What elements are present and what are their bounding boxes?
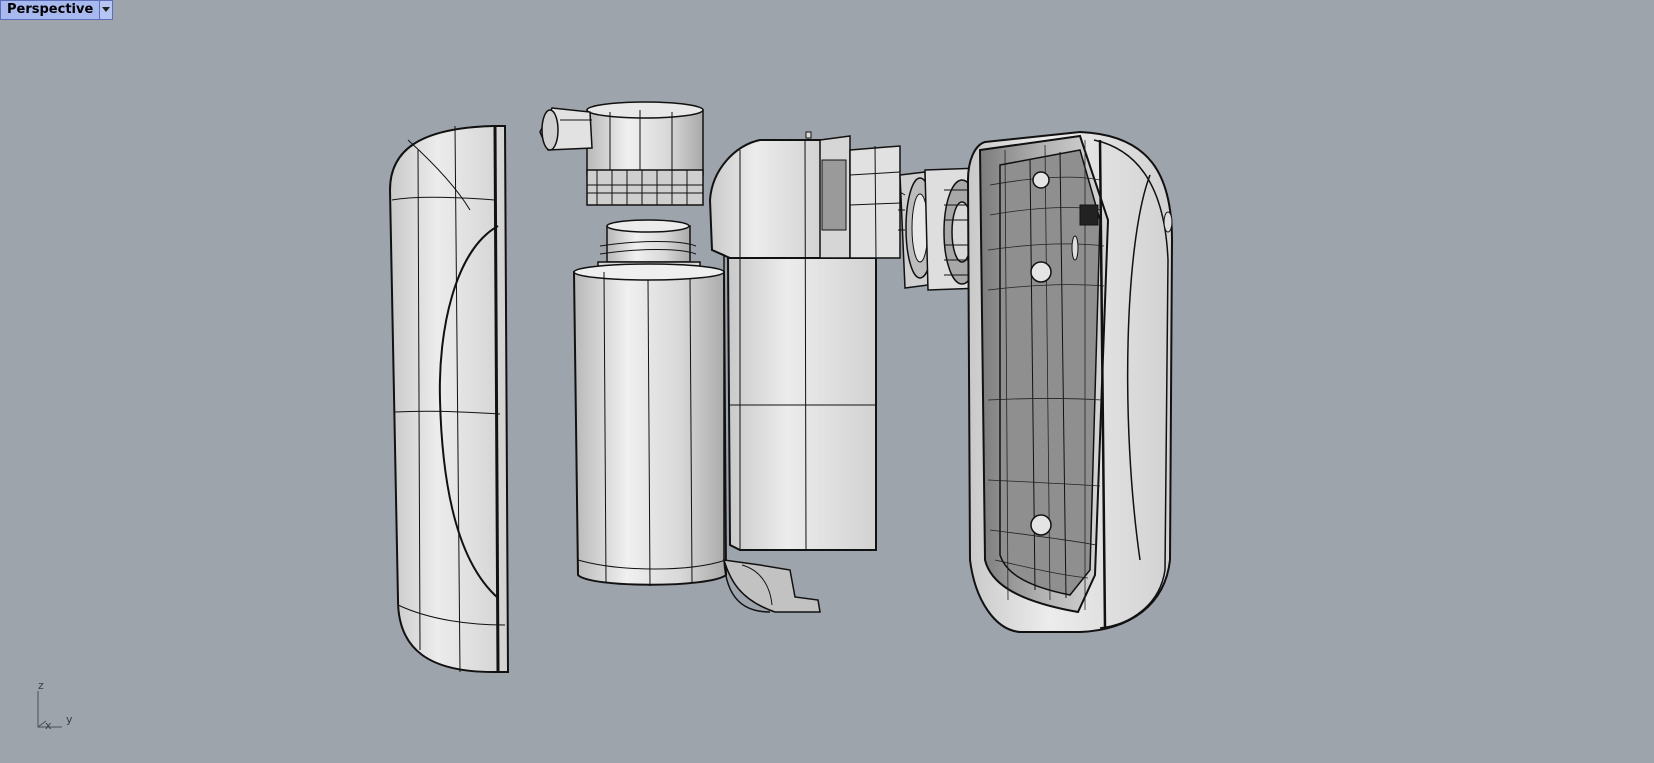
- nozzle-cap: [539, 101, 704, 206]
- bottle-body: [572, 263, 728, 587]
- perspective-viewport[interactable]: Perspective z x y: [0, 0, 1654, 763]
- x-axis-label: x: [45, 719, 52, 732]
- z-axis-label: z: [38, 679, 44, 692]
- left-cover-shell: [388, 125, 510, 673]
- center-chassis: [708, 131, 901, 613]
- axis-orientation-widget: z x y: [30, 679, 90, 735]
- axis-lines-icon: [37, 691, 62, 728]
- right-housing-shell: [966, 130, 1174, 633]
- exploded-3d-model: [388, 101, 1174, 673]
- y-axis-label: y: [66, 713, 73, 726]
